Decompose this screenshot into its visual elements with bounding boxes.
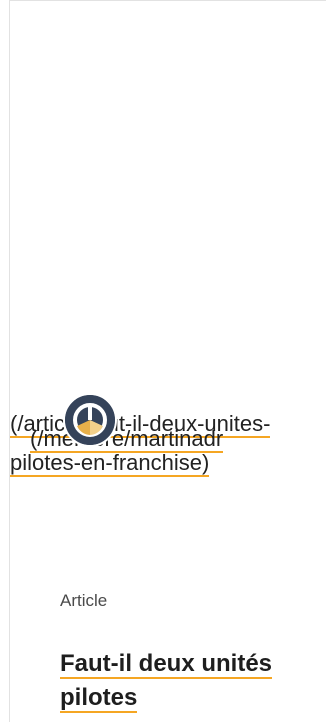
- article-title-text[interactable]: Faut-il deux unités pilotes: [60, 650, 273, 713]
- member-link-text[interactable]: (/membre/martinadr: [30, 426, 224, 453]
- member-link[interactable]: (/membre/martinadr: [30, 426, 224, 453]
- page: (/article/faut-il-deux-unites-pilotes-en…: [0, 0, 326, 722]
- content-type-label: Article: [60, 591, 108, 610]
- user-avatar-icon[interactable]: [63, 393, 117, 447]
- article-card: [9, 0, 326, 722]
- article-title-link[interactable]: Faut-il deux unités pilotes: [60, 647, 280, 715]
- avatar-graphic: [65, 395, 115, 445]
- card-image-placeholder: [10, 1, 326, 391]
